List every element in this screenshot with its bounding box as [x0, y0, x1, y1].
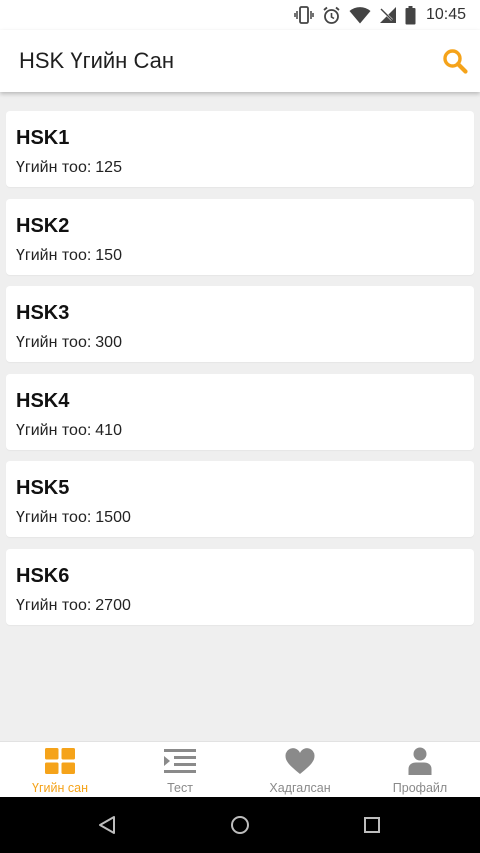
- level-title: HSK6: [16, 564, 70, 587]
- word-count-value: 1500: [95, 509, 131, 527]
- list-icon: [164, 747, 196, 775]
- word-count-label: Үгийн тоо:: [16, 509, 92, 527]
- level-title: HSK3: [16, 302, 70, 325]
- word-count: Үгийн тоо: 150: [16, 247, 122, 265]
- page-title: HSK Үгийн Сан: [19, 48, 174, 73]
- word-count-value: 150: [95, 246, 122, 264]
- hsk-level-card[interactable]: HSK6 Үгийн тоо: 2700: [6, 548, 474, 625]
- word-count: Үгийн тоо: 410: [16, 422, 122, 440]
- word-count-value: 410: [95, 421, 122, 439]
- bottom-navigation: Үгийн сан Тест Хадгалсан Профайл: [0, 741, 480, 798]
- signal-off-icon: [379, 6, 397, 24]
- recents-icon: [364, 817, 380, 833]
- level-title: HSK2: [16, 214, 70, 237]
- word-count: Үгийн тоо: 300: [16, 334, 122, 352]
- word-count-label: Үгийн тоо:: [16, 159, 92, 176]
- word-count-label: Үгийн тоо:: [16, 246, 92, 264]
- word-count: Үгийн тоо: 125: [16, 159, 122, 177]
- hsk-level-card[interactable]: HSK5 Үгийн тоо: 1500: [6, 461, 474, 538]
- grid-icon: [45, 747, 75, 775]
- nav-item-test[interactable]: Тест: [120, 742, 240, 798]
- hsk-level-card[interactable]: HSK4 Үгийн тоо: 410: [6, 373, 474, 450]
- wifi-icon: [349, 6, 371, 24]
- home-button[interactable]: [228, 814, 252, 836]
- back-icon: [99, 816, 115, 834]
- hsk-level-card[interactable]: HSK2 Үгийн тоо: 150: [6, 198, 474, 275]
- nav-label: Тест: [167, 781, 193, 795]
- word-count: Үгийн тоо: 2700: [16, 597, 131, 615]
- search-icon: [443, 49, 468, 74]
- word-count-value: 300: [95, 334, 122, 352]
- status-time: 10:45: [425, 6, 466, 23]
- word-count-label: Үгийн тоо:: [16, 596, 92, 614]
- heart-icon: [285, 747, 315, 775]
- search-button[interactable]: [440, 46, 470, 76]
- word-count-label: Үгийн тоо:: [16, 421, 92, 439]
- level-title: HSK4: [16, 389, 70, 412]
- recents-button[interactable]: [360, 814, 384, 836]
- word-count-value: 2700: [95, 596, 131, 614]
- nav-item-saved[interactable]: Хадгалсан: [240, 742, 360, 798]
- vibrate-icon: [294, 6, 314, 24]
- nav-item-vocabulary[interactable]: Үгийн сан: [0, 742, 120, 798]
- person-icon: [408, 747, 432, 775]
- word-count: Үгийн тоо: 1500: [16, 509, 131, 527]
- alarm-icon: [322, 6, 341, 25]
- level-title: HSK5: [16, 477, 70, 500]
- hsk-level-card[interactable]: HSK1 Үгийн тоо: 125: [6, 111, 474, 187]
- nav-label: Хадгалсан: [269, 781, 331, 795]
- level-title: HSK1: [16, 127, 70, 149]
- battery-icon: [405, 5, 416, 25]
- app-bar: HSK Үгийн Сан: [0, 30, 480, 92]
- back-button[interactable]: [95, 814, 119, 836]
- status-bar: 10:45: [0, 0, 480, 30]
- home-icon: [231, 816, 249, 834]
- nav-label: Үгийн сан: [32, 781, 88, 795]
- hsk-level-card[interactable]: HSK3 Үгийн тоо: 300: [6, 286, 474, 363]
- nav-label: Профайл: [392, 781, 448, 795]
- nav-item-profile[interactable]: Профайл: [360, 742, 480, 798]
- status-icons: 10:45: [294, 5, 466, 25]
- hsk-level-list: HSK1 Үгийн тоо: 125 HSK2 Үгийн тоо: 150 HS…: [6, 111, 474, 637]
- word-count-label: Үгийн тоо:: [16, 334, 92, 352]
- system-navigation-bar: [0, 797, 480, 853]
- word-count-value: 125: [95, 159, 122, 176]
